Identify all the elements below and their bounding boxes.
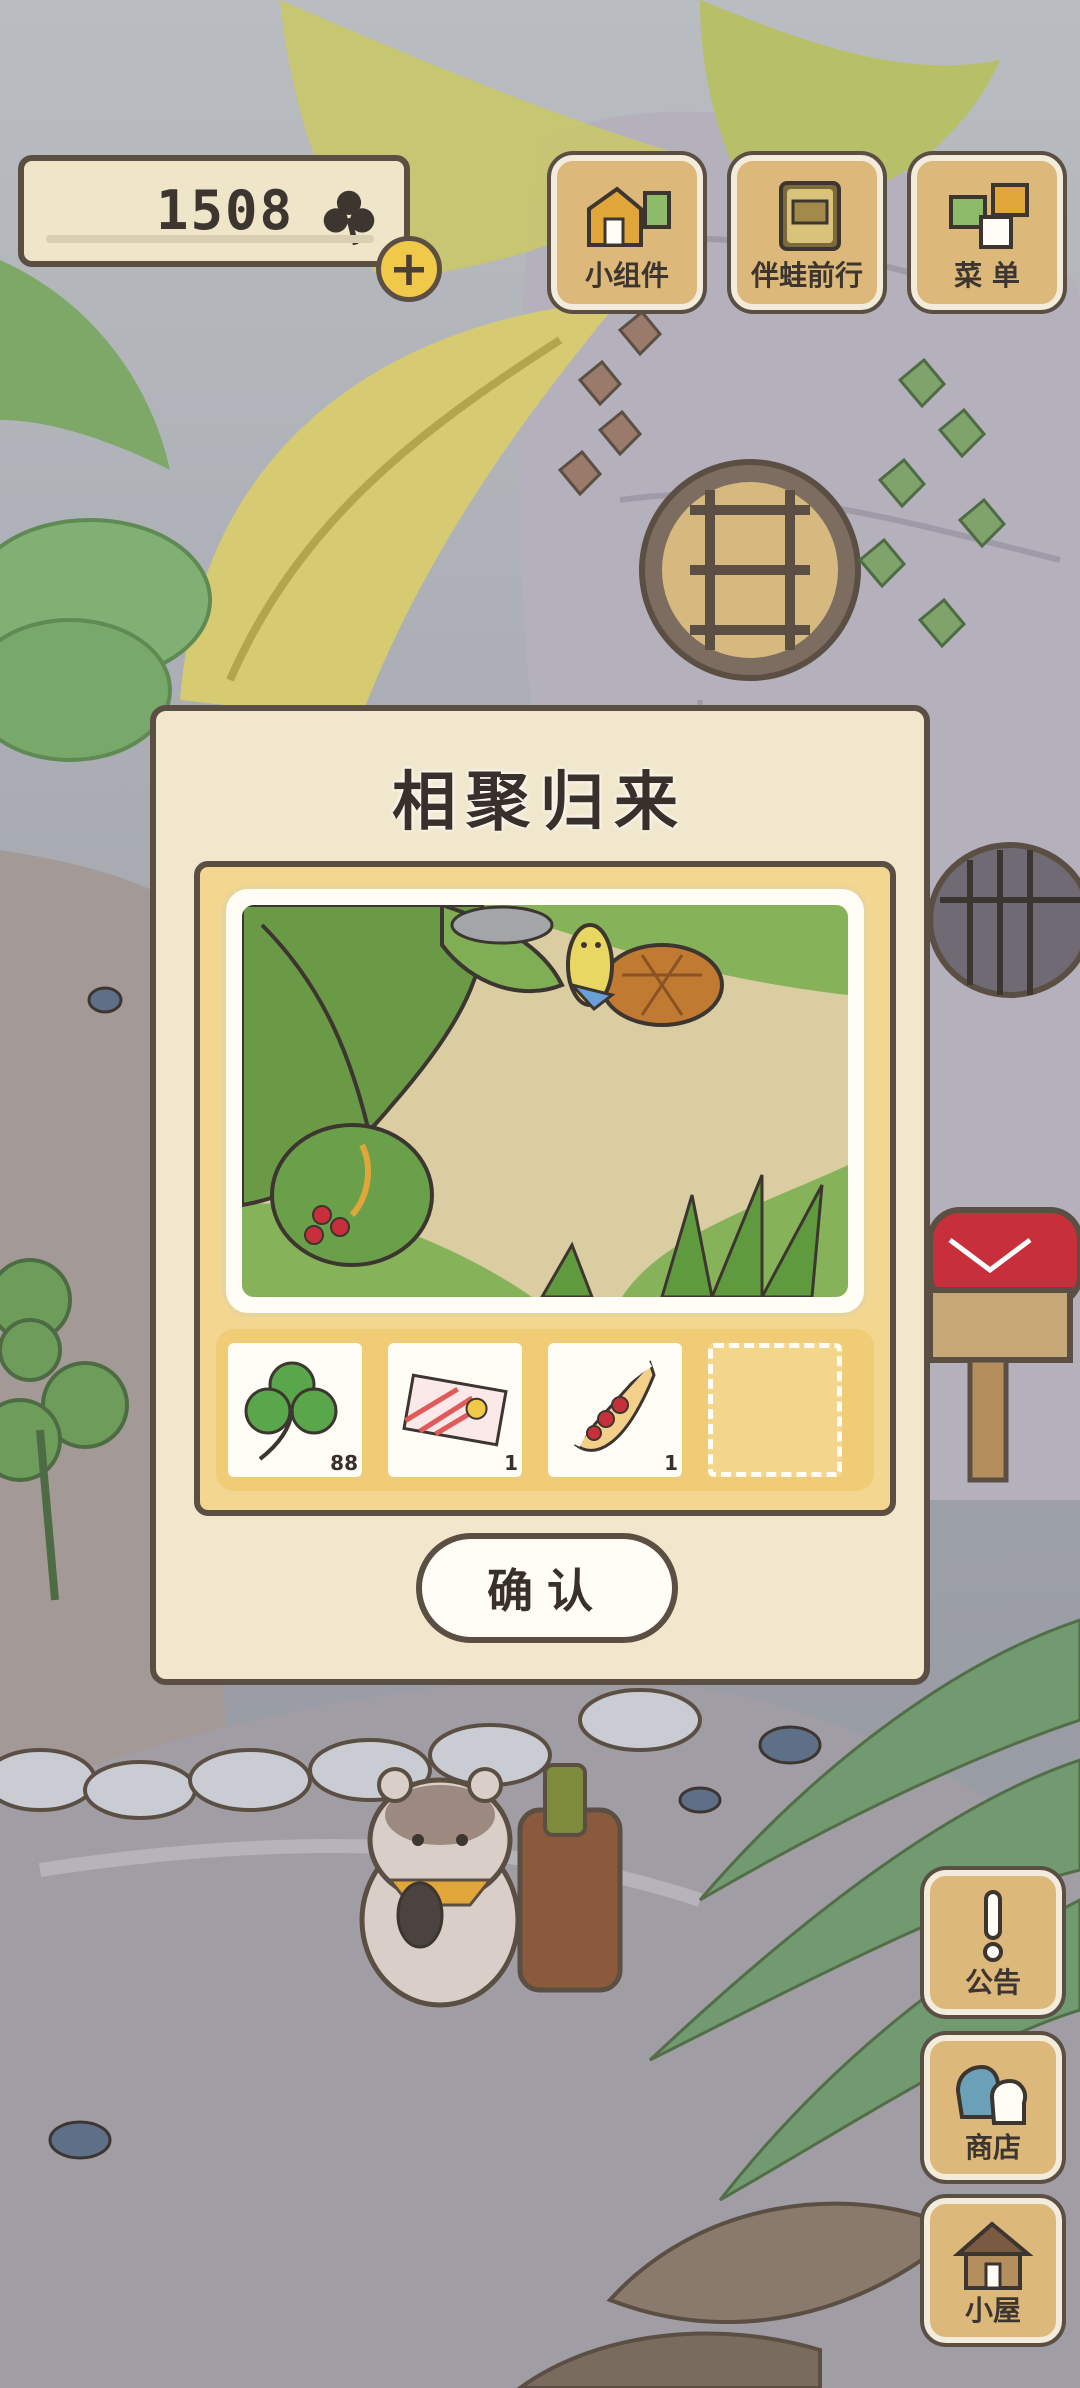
clover-counter-underline (46, 235, 374, 243)
widget-button[interactable]: 小组件 (551, 155, 703, 310)
reunion-dialog: 相聚归来 88 1 1 确认 (150, 705, 930, 1685)
reward-item-qty: 1 (664, 1451, 678, 1475)
clover-counter: 1508 (18, 155, 410, 267)
notice-button[interactable]: 公告 (924, 1870, 1062, 2015)
shop-bags-icon (955, 2064, 1027, 2125)
dialog-title: 相聚归来 (392, 766, 688, 840)
reward-item-crepe: 1 (548, 1343, 682, 1477)
reward-item-qty: 1 (504, 1451, 518, 1475)
souvenir-photo (242, 905, 848, 1297)
widget-label: 小组件 (584, 259, 669, 292)
reward-items: 88 1 1 (216, 1329, 874, 1491)
reward-item-empty-slot (708, 1343, 842, 1477)
crepe-icon (572, 1359, 656, 1452)
reward-item-qty: 88 (330, 1451, 358, 1475)
confirm-button[interactable]: 确认 (416, 1533, 678, 1643)
photo-frame (222, 885, 868, 1317)
hamster-traveler (359, 1763, 623, 2008)
house-icon (952, 2221, 1034, 2290)
menu-label: 菜 单 (954, 259, 1020, 292)
house-label: 小屋 (964, 2294, 1021, 2327)
journey-button[interactable]: 伴蛙前行 (731, 155, 883, 310)
journal-icon (779, 181, 841, 251)
menu-icon (949, 183, 1029, 249)
reward-panel: 88 1 1 (194, 861, 896, 1516)
shop-button[interactable]: 商店 (924, 2035, 1062, 2180)
clover-count: 1508 (155, 179, 294, 242)
notice-label: 公告 (964, 1966, 1021, 1999)
ticket-icon (402, 1373, 508, 1447)
widget-icon (587, 186, 671, 247)
add-clover-button[interactable]: + (376, 236, 442, 302)
house-button[interactable]: 小屋 (924, 2198, 1062, 2343)
reward-item-ticket: 1 (388, 1343, 522, 1477)
exclamation-icon (983, 1890, 1003, 1962)
shop-label: 商店 (964, 2131, 1021, 2164)
reward-item-clover: 88 (228, 1343, 362, 1477)
menu-button[interactable]: 菜 单 (911, 155, 1063, 310)
journey-label: 伴蛙前行 (750, 259, 863, 292)
